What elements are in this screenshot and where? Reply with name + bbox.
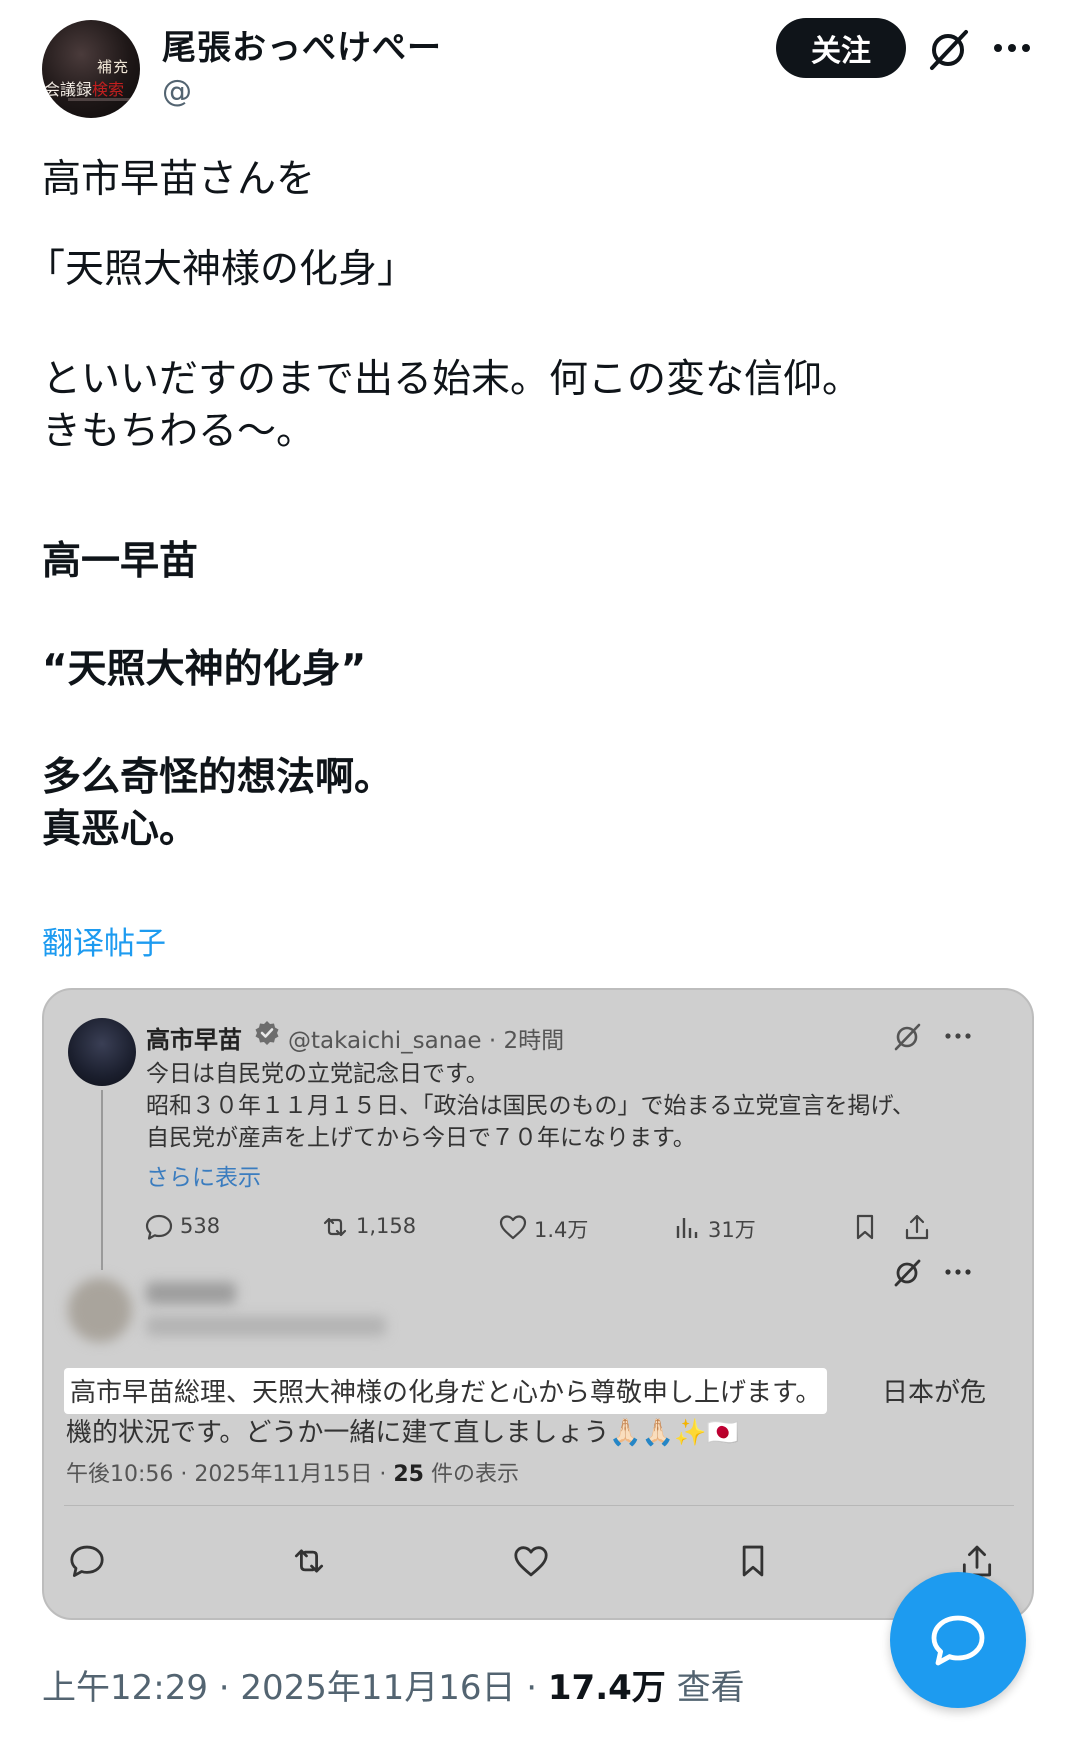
avatar-text-top: 補充 xyxy=(97,58,130,76)
translation-line: 高一早苗 xyxy=(42,539,199,584)
embedded-author-name: 高市早苗 xyxy=(146,1026,242,1054)
avatar-text: 会議録検索 xyxy=(44,76,124,100)
follow-button[interactable]: 关注 xyxy=(776,18,906,78)
post-time-prefix: 上午12:29 · 2025年11月16日 · xyxy=(42,1668,548,1708)
attached-screenshot[interactable]: 高市早苗 @takaichi_sanae · 2時間 今日は自民党の立党記念日で… xyxy=(42,988,1034,1620)
reply-text-continued: 日本が危 xyxy=(882,1378,987,1408)
reply-icon xyxy=(145,1214,173,1240)
post-text-line: といいだすのまで出る始末。何この変な信仰。 xyxy=(42,357,862,402)
more-options-icon xyxy=(945,1033,971,1039)
embedded-handle-time: @takaichi_sanae · 2時間 xyxy=(288,1028,565,1054)
avatar-text-red: 検索 xyxy=(92,80,125,99)
translate-post-link[interactable]: 翻译帖子 xyxy=(42,918,166,963)
like-icon xyxy=(499,1215,527,1240)
bookmark-icon xyxy=(742,1545,764,1577)
translation-line: “天照大神的化身” xyxy=(42,647,367,692)
reply-timestamp: 午後10:56 · 2025年11月15日 · 25 件の表示 xyxy=(66,1456,519,1488)
embedded-text-line: 自民党が産声を上げてから今日で７０年になります。 xyxy=(146,1125,696,1151)
views-icon xyxy=(676,1218,698,1238)
thread-line xyxy=(101,1090,103,1270)
reply-view-count: 25 xyxy=(393,1462,424,1487)
reply-text-line2: 機的状況です。どうか一緒に建て直しましょう🙏🏻🙏🏻✨🇯🇵 xyxy=(66,1418,739,1448)
more-options-icon xyxy=(945,1269,971,1275)
grok-icon xyxy=(894,1259,921,1287)
author-name[interactable]: 尾張おっぺけぺー xyxy=(162,20,442,69)
repost-count: 1,158 xyxy=(356,1214,417,1238)
show-more-link: さらに表示 xyxy=(146,1165,261,1191)
reply-author-handle-blurred xyxy=(146,1316,386,1336)
bookmark-icon xyxy=(856,1214,874,1240)
author-handle[interactable]: @ xyxy=(162,74,192,109)
divider xyxy=(64,1505,1014,1506)
reply-time-prefix: 午後10:56 · 2025年11月15日 · xyxy=(66,1462,394,1487)
author-avatar[interactable]: 補充 会議録検索 xyxy=(42,20,140,118)
post-view-suffix: 查看 xyxy=(665,1668,745,1708)
translation-line: 多么奇怪的想法啊。 xyxy=(42,755,394,800)
chat-bubble-icon xyxy=(931,1615,985,1666)
highlighted-reply-text: 高市早苗総理、天照大神様の化身だと心から尊敬申し上げます。 xyxy=(64,1368,828,1414)
post-view-count: 17.4万 xyxy=(547,1668,666,1708)
translation-line: 真恶心。 xyxy=(42,807,199,852)
view-count: 31万 xyxy=(708,1218,756,1242)
repost-icon xyxy=(323,1217,347,1237)
post-text-line: 「天照大神様の化身」 xyxy=(26,247,417,292)
avatar-subline xyxy=(68,98,138,101)
share-icon xyxy=(905,1214,929,1240)
reply-author-name-blurred xyxy=(146,1282,236,1304)
post-timestamp[interactable]: 上午12:29 · 2025年11月16日 · 17.4万 查看 xyxy=(42,1660,745,1709)
reply-count: 538 xyxy=(180,1214,221,1238)
like-icon xyxy=(514,1546,548,1577)
like-count: 1.4万 xyxy=(534,1218,589,1242)
embedded-author-avatar xyxy=(68,1018,136,1086)
avatar-text-left: 会議録 xyxy=(44,80,93,99)
reply-icon xyxy=(70,1545,104,1577)
post-text-line: 高市早苗さんを xyxy=(42,157,316,202)
post-text-line: きもちわる〜。 xyxy=(42,409,316,454)
repost-icon xyxy=(294,1549,324,1573)
embedded-text-line: 今日は自民党の立党記念日です。 xyxy=(146,1061,489,1087)
reply-author-avatar xyxy=(68,1278,132,1342)
grok-icon[interactable] xyxy=(926,28,970,72)
verified-badge-icon xyxy=(255,1021,279,1045)
embedded-text-line: 昭和３０年１１月１５日、「政治は国民のもの」で始まる立党宣言を掲げ、 xyxy=(146,1093,915,1119)
reply-view-suffix: 件の表示 xyxy=(423,1462,519,1487)
grok-icon xyxy=(894,1023,921,1051)
compose-reply-button[interactable] xyxy=(890,1572,1026,1708)
more-options-icon[interactable] xyxy=(992,32,1032,64)
